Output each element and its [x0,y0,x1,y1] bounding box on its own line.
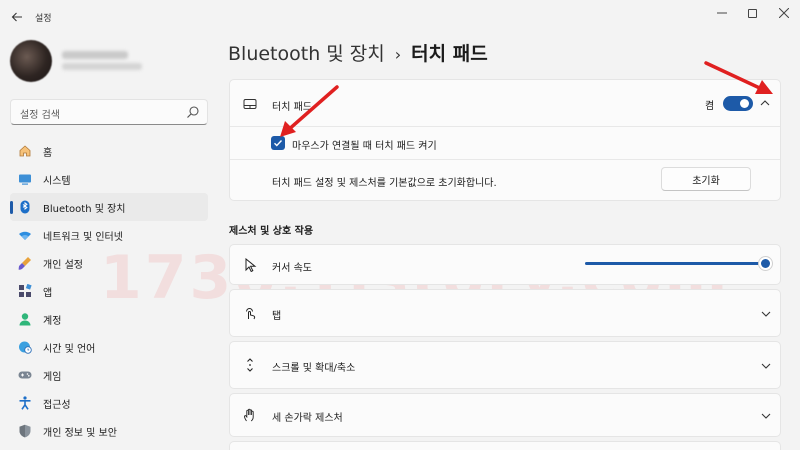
account-icon [18,312,32,326]
paint-brush-icon [18,256,32,270]
avatar[interactable] [10,40,52,82]
touchpad-label: 터치 패드 [272,102,312,113]
system-icon [18,172,32,186]
sidebar-item-label: 접근성 [43,400,71,411]
gestures-section-title: 제스처 및 상호 작용 [229,226,314,237]
reset-description: 터치 패드 설정 및 제스처를 기본값으로 초기화합니다. [272,178,497,189]
active-indicator [10,201,13,214]
sidebar-item-label: 홈 [43,148,53,159]
sidebar-item-label: 계정 [43,316,62,327]
sidebar-item-gaming[interactable]: 게임 [10,361,208,389]
sidebar-item-label: 시스템 [43,176,71,187]
toggle-state-text: 켬 [705,101,715,112]
cursor-speed-label: 커서 속도 [272,263,312,274]
touchpad-card: 터치 패드 켬 마우스가 연결될 때 터치 패드 켜기 터치 패드 설정 및 제… [229,79,781,201]
gamepad-icon [18,368,32,382]
scroll-arrows-icon [243,358,257,372]
slider-thumb[interactable] [761,259,770,268]
globe-clock-icon [18,340,32,354]
search-placeholder: 설정 검색 [20,110,60,121]
page-title: 터치 패드 [411,43,488,65]
three-finger-label: 세 손가락 제스처 [272,413,343,424]
sidebar-item-bluetooth[interactable]: Bluetooth 및 장치 [10,193,208,221]
sidebar-item-label: Bluetooth 및 장치 [43,204,126,215]
accessibility-icon [18,396,32,410]
cursor-icon [243,257,257,273]
bluetooth-icon [18,200,32,214]
chevron-down-icon[interactable] [761,411,771,421]
mouse-connected-row: 마우스가 연결될 때 터치 패드 켜기 [230,126,780,159]
scroll-zoom-card[interactable]: 스크롤 및 확대/축소 [229,341,781,389]
minimize-icon[interactable] [706,2,738,24]
sidebar-item-label: 시간 및 언어 [43,344,96,355]
reset-row: 터치 패드 설정 및 제스처를 기본값으로 초기화합니다. 초기화 [230,159,780,200]
chevron-down-icon[interactable] [761,361,771,371]
title-bar: 설정 [0,0,800,34]
home-icon [18,144,32,158]
breadcrumb-parent[interactable]: Bluetooth 및 장치 [228,43,385,65]
sidebar-item-system[interactable]: 시스템 [10,165,208,193]
next-card-partial [229,441,781,450]
sidebar-item-accessibility[interactable]: 접근성 [10,389,208,417]
chevron-up-icon[interactable] [760,98,770,108]
sidebar-item-label: 앱 [43,288,53,299]
touchpad-toggle[interactable] [723,96,753,111]
cursor-speed-slider[interactable] [585,262,765,265]
tap-card[interactable]: 탭 [229,289,781,337]
tap-label: 탭 [272,311,282,322]
sidebar-item-label: 개인 설정 [43,260,83,271]
tap-icon [243,306,257,320]
sidebar-item-label: 게임 [43,372,62,383]
touchpad-icon [243,97,257,111]
close-icon[interactable] [768,2,800,24]
wifi-icon [18,228,32,242]
search-icon [186,105,200,119]
shield-icon [18,424,32,438]
touchpad-header[interactable]: 터치 패드 켬 [230,80,780,126]
toggle-knob [740,99,749,108]
mouse-connected-checkbox[interactable] [271,136,285,150]
reset-button[interactable]: 초기화 [661,167,751,191]
sidebar-item-label: 개인 정보 및 보안 [43,428,117,439]
three-finger-card[interactable]: 세 손가락 제스처 [229,393,781,437]
apps-icon [18,283,32,298]
mouse-connected-label[interactable]: 마우스가 연결될 때 터치 패드 켜기 [292,137,437,152]
app-title: 설정 [35,14,52,24]
cursor-speed-card: 커서 속도 [229,244,781,285]
hand-icon [243,408,257,422]
sidebar-item-time-language[interactable]: 시간 및 언어 [10,333,208,361]
maximize-icon[interactable] [736,2,768,24]
sidebar-item-home[interactable]: 홈 [10,137,208,165]
sidebar-item-label: 네트워크 및 인터넷 [43,232,123,243]
back-arrow-icon[interactable] [6,6,28,28]
breadcrumb: Bluetooth 및 장치 › 터치 패드 [228,39,488,66]
scroll-zoom-label: 스크롤 및 확대/축소 [272,363,356,374]
profile-email-blurred [62,63,142,70]
breadcrumb-separator: › [394,45,402,64]
chevron-down-icon[interactable] [761,309,771,319]
sidebar-item-privacy-security[interactable]: 개인 정보 및 보안 [10,417,208,445]
profile-name-blurred [62,51,128,59]
search-input[interactable]: 설정 검색 [10,99,208,125]
